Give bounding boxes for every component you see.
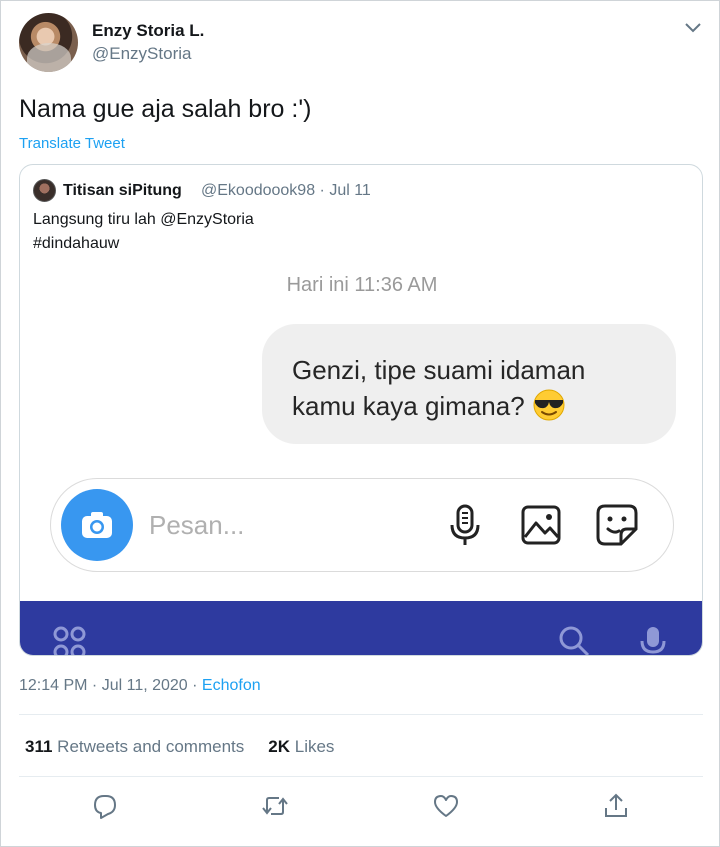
likes-count: 2K [268, 737, 290, 756]
quoted-text-line: Langsung tiru lah @EnzyStoria [33, 211, 254, 228]
tweet-text: Nama gue aja salah bro :') [19, 95, 312, 123]
chat-message-line: kamu kaya gimana? [292, 391, 525, 421]
app-navigation-bar [20, 601, 702, 656]
retweet-icon[interactable] [261, 792, 289, 820]
tweet-card: Enzy Storia L. @EnzyStoria Nama gue aja … [0, 0, 720, 847]
chevron-down-icon[interactable] [684, 21, 702, 35]
author-avatar[interactable] [19, 13, 78, 72]
likes-label: Likes [294, 737, 335, 756]
chat-message-line: Genzi, tipe suami idaman [292, 355, 586, 385]
quoted-tweet[interactable]: Titisan siPitung @Ekoodoook98 · Jul 11 L… [19, 164, 703, 656]
chat-timestamp: Hari ini 11:36 AM [286, 274, 438, 296]
tweet-stats: 311 Retweets and comments 2K Likes [25, 737, 334, 757]
source-link[interactable]: Echofon [202, 677, 261, 694]
camera-button[interactable] [61, 489, 133, 561]
author-name[interactable]: Enzy Storia L. [92, 21, 204, 41]
image-icon[interactable] [519, 503, 563, 547]
quoted-screenshot-image[interactable]: Hari ini 11:36 AM Genzi, tipe suami idam… [20, 262, 702, 656]
chat-message-bubble: Genzi, tipe suami idaman kamu kaya giman… [262, 324, 676, 444]
retweets-stat[interactable]: 311 Retweets and comments [25, 737, 244, 756]
divider [19, 776, 703, 777]
share-icon[interactable] [602, 792, 630, 820]
quoted-author-meta: @Ekoodoook98 · Jul 11 [201, 182, 371, 199]
sticker-icon[interactable] [595, 503, 639, 547]
likes-stat[interactable]: 2K Likes [268, 737, 334, 756]
quoted-hashtag[interactable]: #dindahauw [33, 235, 119, 253]
camera-icon [82, 512, 112, 538]
message-input[interactable]: Pesan... [149, 510, 244, 541]
divider [19, 714, 703, 715]
apps-grid-icon[interactable] [52, 625, 88, 656]
author-handle[interactable]: @EnzyStoria [92, 44, 191, 64]
translate-tweet-link[interactable]: Translate Tweet [19, 135, 125, 152]
retweets-count: 311 [25, 737, 53, 756]
tweet-timestamp: 12:14 PM · Jul 11, 2020 · Echofon [19, 677, 261, 695]
reply-icon[interactable] [91, 792, 119, 820]
sunglasses-emoji-icon [533, 389, 565, 421]
retweets-label: Retweets and comments [57, 737, 245, 756]
quoted-author-name: Titisan siPitung [63, 182, 182, 199]
timestamp-text: 12:14 PM · Jul 11, 2020 · [19, 677, 202, 694]
quoted-avatar[interactable] [33, 179, 56, 202]
microphone-icon[interactable] [443, 503, 487, 547]
search-icon[interactable] [558, 625, 590, 656]
heart-icon[interactable] [432, 792, 460, 820]
message-composer[interactable]: Pesan... [50, 478, 674, 572]
voice-search-icon[interactable] [638, 625, 668, 656]
